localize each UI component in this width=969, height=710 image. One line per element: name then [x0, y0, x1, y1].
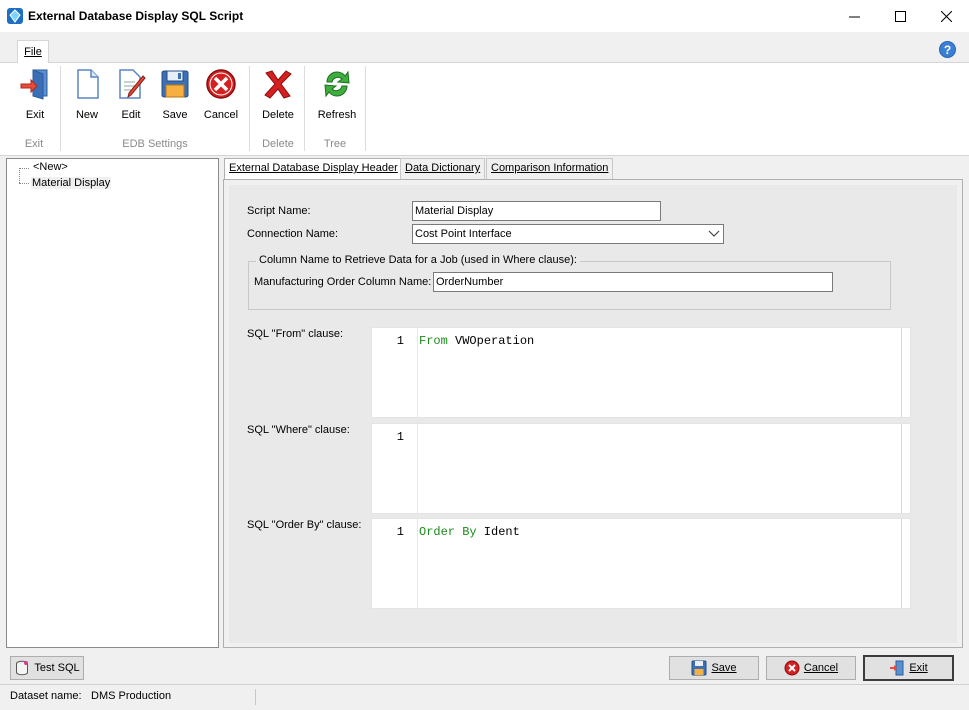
ribbon-refresh-button[interactable]: Refresh	[315, 66, 359, 126]
connection-name-select[interactable]: Cost Point Interface	[412, 224, 724, 244]
ribbon-cancel-label: Cancel	[203, 109, 239, 121]
ribbon-save-button[interactable]: Save	[153, 66, 197, 126]
refresh-icon	[324, 70, 350, 98]
tab-label: External Database Display Header	[229, 162, 398, 174]
group-label-delete: Delete	[262, 138, 294, 150]
sql-orderby-code: Order By Ident	[419, 525, 520, 539]
minimize-icon	[848, 16, 860, 18]
cancel-icon	[206, 69, 236, 99]
sql-from-label: SQL "From" clause:	[247, 328, 344, 340]
dataset-name-label: Dataset name:	[10, 690, 82, 702]
mfg-order-column-label: Manufacturing Order Column Name:	[254, 276, 432, 288]
close-icon	[940, 11, 952, 22]
line-number: 1	[396, 525, 404, 539]
cancel-label: Cancel	[803, 662, 839, 674]
tree-item-material-display[interactable]: Material Display	[31, 177, 112, 189]
new-document-icon	[77, 69, 99, 99]
minimize-button[interactable]	[831, 0, 877, 33]
ribbon-tab-file[interactable]: File	[17, 40, 49, 64]
tab-external-database-display-header[interactable]: External Database Display Header	[224, 158, 403, 180]
script-name-input[interactable]: Material Display	[412, 201, 661, 221]
ribbon-delete-label: Delete	[262, 109, 294, 121]
save-disk-icon	[691, 660, 707, 676]
connection-name-value: Cost Point Interface	[415, 228, 512, 240]
test-sql-label: Test SQL	[34, 662, 80, 674]
save-label: Save	[711, 662, 737, 674]
cancel-icon	[784, 660, 800, 676]
group-label-edb-settings: EDB Settings	[122, 138, 188, 150]
sql-where-editor[interactable]: 1	[371, 423, 911, 514]
tab-data-dictionary[interactable]: Data Dictionary	[400, 158, 486, 179]
script-tree[interactable]: <New> Material Display	[6, 158, 219, 648]
save-button[interactable]: Save	[669, 656, 759, 680]
tree-item-new[interactable]: <New>	[33, 161, 68, 173]
edit-document-icon	[119, 69, 146, 99]
sql-where-label: SQL "Where" clause:	[247, 424, 350, 436]
help-icon[interactable]: ?	[939, 41, 956, 58]
script-name-label: Script Name:	[247, 205, 311, 217]
exit-label: Exit	[909, 662, 928, 674]
group-label-tree: Tree	[323, 138, 347, 150]
cancel-button[interactable]: Cancel	[766, 656, 856, 680]
exit-door-icon	[890, 660, 904, 676]
ribbon-cancel-button[interactable]: Cancel	[199, 66, 243, 126]
sql-keyword: From	[419, 334, 448, 348]
sql-text: VWOperation	[447, 334, 535, 348]
status-bar: Dataset name: DMS Production	[0, 684, 969, 710]
line-number: 1	[396, 430, 404, 444]
ribbon-separator	[365, 66, 366, 151]
ribbon-exit-label: Exit	[25, 109, 45, 121]
delete-x-icon	[264, 70, 292, 99]
ribbon-delete-button[interactable]: Delete	[256, 66, 300, 126]
ribbon-separator	[304, 66, 305, 151]
tab-label: Data Dictionary	[405, 162, 481, 174]
sql-orderby-label: SQL "Order By" clause:	[247, 519, 362, 531]
app-icon	[7, 8, 23, 24]
tab-comparison-information[interactable]: Comparison Information	[486, 158, 614, 179]
chevron-down-icon	[708, 230, 720, 237]
exit-button[interactable]: Exit	[863, 655, 954, 681]
group-label-exit: Exit	[24, 138, 44, 150]
test-sql-button[interactable]: Test SQL	[10, 656, 84, 680]
database-icon	[16, 660, 29, 676]
exit-door-icon	[20, 69, 48, 100]
connection-name-label: Connection Name:	[247, 228, 339, 240]
ribbon-tab-row	[0, 33, 969, 63]
maximize-icon	[894, 11, 906, 22]
window-title: External Database Display SQL Script	[28, 9, 244, 23]
close-window-button[interactable]	[923, 0, 969, 33]
sql-text: Ident	[476, 525, 520, 539]
sql-orderby-editor[interactable]: 1 Order By Ident	[371, 518, 911, 609]
save-disk-icon	[161, 70, 189, 98]
ribbon-exit-button[interactable]: Exit	[13, 66, 57, 126]
groupbox-title: Column Name to Retrieve Data for a Job (…	[256, 254, 580, 266]
dataset-name-value: DMS Production	[91, 690, 172, 702]
sql-keyword: Order By	[419, 525, 477, 539]
tab-label: Comparison Information	[491, 162, 609, 174]
mfg-order-column-input[interactable]: OrderNumber	[433, 272, 833, 292]
sql-from-code: From VWOperation	[419, 334, 534, 348]
line-number: 1	[396, 334, 404, 348]
sql-from-editor[interactable]: 1 From VWOperation	[371, 327, 911, 418]
maximize-button[interactable]	[877, 0, 923, 33]
ribbon-refresh-label: Refresh	[317, 109, 357, 121]
